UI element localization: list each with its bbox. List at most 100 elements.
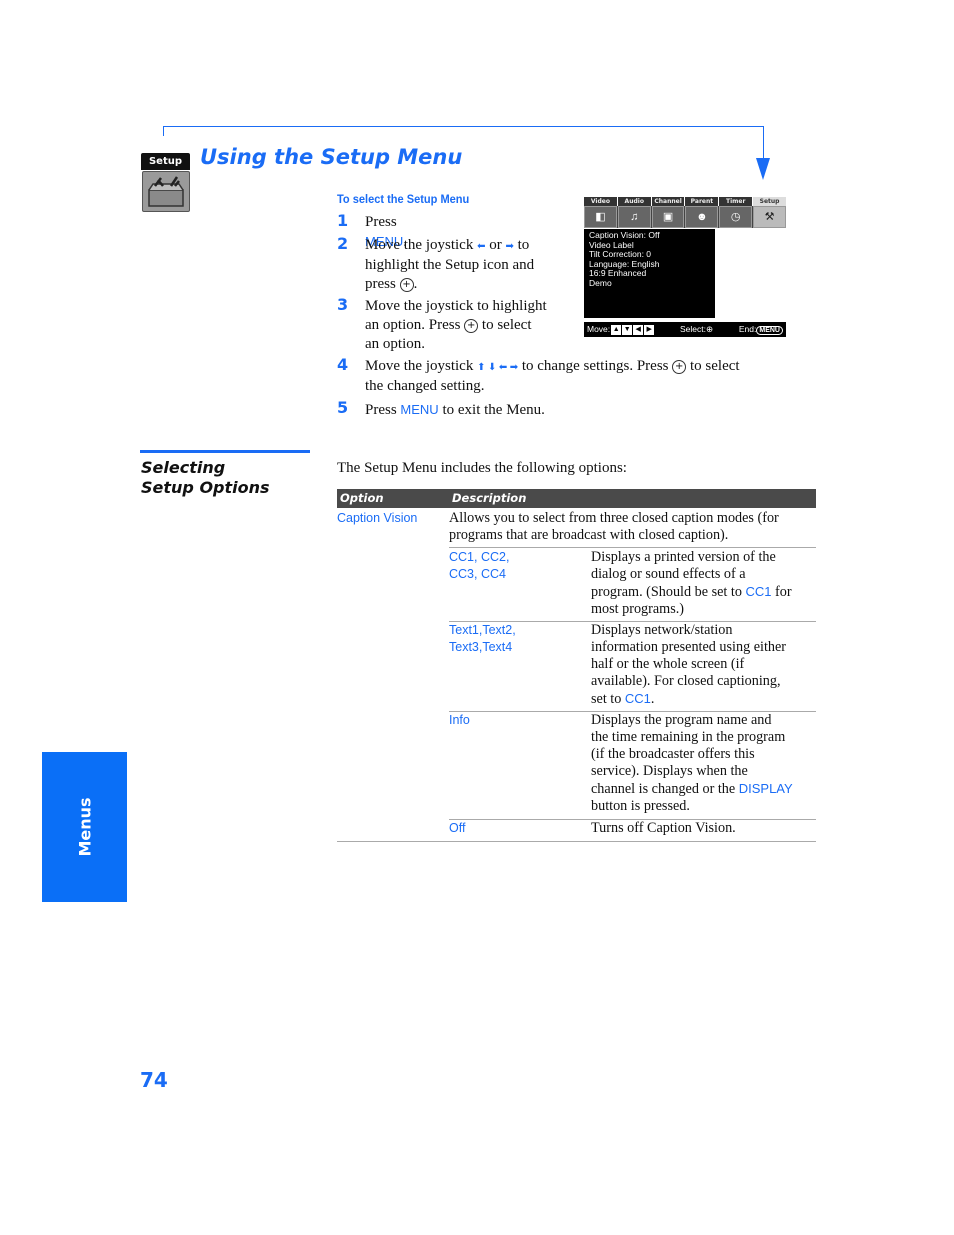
desc-line: . bbox=[650, 691, 655, 707]
parent-icon: ☻ bbox=[685, 206, 719, 228]
arrow-left-icon: ◀ bbox=[633, 324, 644, 335]
tv-menu-footer: Move: ▲ ▼ ◀ ▶ Select:⊕ End: MENU bbox=[584, 322, 786, 337]
section-rule bbox=[140, 450, 310, 453]
sub-option-line: CC3, CC4 bbox=[449, 567, 506, 581]
tv-tab-audio: Audio bbox=[617, 197, 651, 206]
desc-line: Displays a printed version of the bbox=[591, 549, 776, 565]
step-text: an option. Press bbox=[365, 317, 465, 333]
tv-menu-item: Demo bbox=[589, 277, 612, 288]
step-text: Move the joystick bbox=[365, 237, 478, 253]
sub-option-name: Text1,Text2, Text3,Text4 bbox=[449, 622, 516, 656]
menu-key: MENU bbox=[400, 402, 439, 417]
sub-option-name: CC1, CC2, CC3, CC4 bbox=[449, 549, 509, 583]
tv-menu-icons: ◧ ♫ ▣ ☻ ◷ ⚒ bbox=[584, 206, 786, 228]
section-title: Selecting Setup Options bbox=[141, 458, 270, 498]
step-text: highlight the Setup icon and bbox=[365, 257, 535, 273]
joystick-button-icon: ⊕ bbox=[705, 324, 714, 334]
desc-line: Displays network/station bbox=[591, 622, 733, 638]
section-title-line: Setup Options bbox=[141, 478, 270, 497]
step-text: to bbox=[513, 237, 530, 253]
display-key: DISPLAY bbox=[738, 781, 793, 796]
channel-icon: ▣ bbox=[651, 206, 685, 228]
chapter-tab[interactable]: Menus bbox=[42, 752, 127, 902]
sub-option-description: Turns off Caption Vision. bbox=[591, 820, 736, 836]
desc-line: Displays the program name and bbox=[591, 712, 772, 728]
sub-option-name: Info bbox=[449, 713, 470, 727]
step-text: Move the joystick bbox=[365, 358, 478, 374]
arrow-up-icon: ▲ bbox=[611, 324, 622, 335]
select-label: Select: bbox=[679, 324, 706, 334]
step-text: the changed setting. bbox=[365, 378, 485, 394]
desc-line: set to bbox=[591, 691, 625, 707]
sub-option-line: CC1, CC2, bbox=[449, 550, 510, 564]
step-text: Press bbox=[365, 402, 401, 418]
step-text: press bbox=[365, 276, 400, 292]
option-name: Caption Vision bbox=[337, 511, 418, 525]
joystick-button-icon: + bbox=[399, 277, 414, 292]
sub-option-description: Displays network/station information pre… bbox=[591, 622, 786, 708]
step-text: . bbox=[413, 276, 418, 292]
desc-line: for bbox=[771, 584, 792, 600]
table-header: Option Description bbox=[337, 489, 816, 508]
chapter-tab-label: Menus bbox=[75, 797, 94, 857]
arrow-right-icon: ➡ bbox=[505, 241, 514, 252]
sub-option-line: Text1,Text2, bbox=[449, 623, 516, 637]
desc-line: half or the whole screen (if bbox=[591, 656, 745, 672]
end-label: End: bbox=[738, 324, 757, 334]
joystick-button-icon: + bbox=[464, 318, 479, 333]
desc-line: button is pressed. bbox=[591, 798, 690, 814]
toolbox-icon bbox=[142, 171, 190, 212]
tv-tab-channel: Channel bbox=[651, 197, 685, 206]
section-intro: The Setup Menu includes the following op… bbox=[337, 460, 627, 476]
desc-line: Allows you to select from three closed c… bbox=[449, 510, 779, 526]
page-title: Using the Setup Menu bbox=[200, 145, 463, 169]
timer-icon: ◷ bbox=[719, 206, 753, 228]
tv-menu-screenshot: Video Audio Channel Parent Timer Setup ◧… bbox=[584, 197, 786, 339]
column-header-option: Option bbox=[340, 491, 384, 505]
step-text: or bbox=[485, 237, 506, 253]
video-icon: ◧ bbox=[584, 206, 617, 228]
setup-icon: Setup bbox=[141, 153, 190, 212]
desc-line: channel is changed or the bbox=[591, 781, 739, 797]
tv-tab-setup: Setup bbox=[753, 197, 786, 206]
tv-menu-list: Caption Vision: Off Video Label Tilt Cor… bbox=[584, 229, 715, 318]
table-bottom-rule bbox=[337, 841, 816, 842]
arrow-down-icon: ▼ bbox=[622, 324, 633, 335]
procedure-heading: To select the Setup Menu bbox=[337, 192, 470, 206]
desc-line: available). For closed captioning, bbox=[591, 673, 781, 689]
desc-line: programs that are broadcast with closed … bbox=[449, 527, 729, 543]
move-label: Move: bbox=[587, 324, 611, 334]
column-header-description: Description bbox=[452, 491, 527, 505]
step-text: to change settings. Press bbox=[518, 358, 673, 374]
step-text: to exit the Menu. bbox=[438, 402, 545, 418]
menu-button-icon: MENU bbox=[756, 326, 783, 335]
step-text: to select bbox=[478, 317, 532, 333]
step-text: to select bbox=[686, 358, 740, 374]
sub-option-name: Off bbox=[449, 821, 466, 835]
arrow-down-icon bbox=[756, 158, 770, 180]
page-number: 74 bbox=[140, 1068, 168, 1092]
tv-tab-timer: Timer bbox=[719, 197, 753, 206]
row-divider bbox=[449, 547, 816, 548]
step-text: an option. bbox=[365, 336, 425, 352]
step-number: 1 bbox=[337, 211, 349, 230]
cc1-reference: CC1 bbox=[745, 584, 772, 599]
tv-tab-parent: Parent bbox=[685, 197, 719, 206]
step-number: 5 bbox=[337, 398, 349, 417]
desc-line: service). Displays when the bbox=[591, 763, 748, 779]
setup-icon-label: Setup bbox=[141, 153, 190, 170]
joystick-button-icon: + bbox=[672, 359, 687, 374]
desc-line: (if the broadcaster offers this bbox=[591, 746, 755, 762]
audio-icon: ♫ bbox=[617, 206, 651, 228]
tv-menu-tabs: Video Audio Channel Parent Timer Setup bbox=[584, 197, 786, 206]
option-description: Allows you to select from three closed c… bbox=[449, 510, 779, 544]
connector-line bbox=[163, 126, 763, 127]
sub-option-description: Displays a printed version of the dialog… bbox=[591, 549, 792, 618]
cc1-reference: CC1 bbox=[624, 691, 651, 706]
section-title-line: Selecting bbox=[141, 458, 226, 477]
setup-icon: ⚒ bbox=[753, 206, 786, 228]
step-number: 3 bbox=[337, 295, 349, 314]
sub-option-line: Text3,Text4 bbox=[449, 640, 513, 654]
desc-line: program. (Should be set to bbox=[591, 584, 746, 600]
step-text: Move the joystick to highlight bbox=[365, 298, 547, 314]
